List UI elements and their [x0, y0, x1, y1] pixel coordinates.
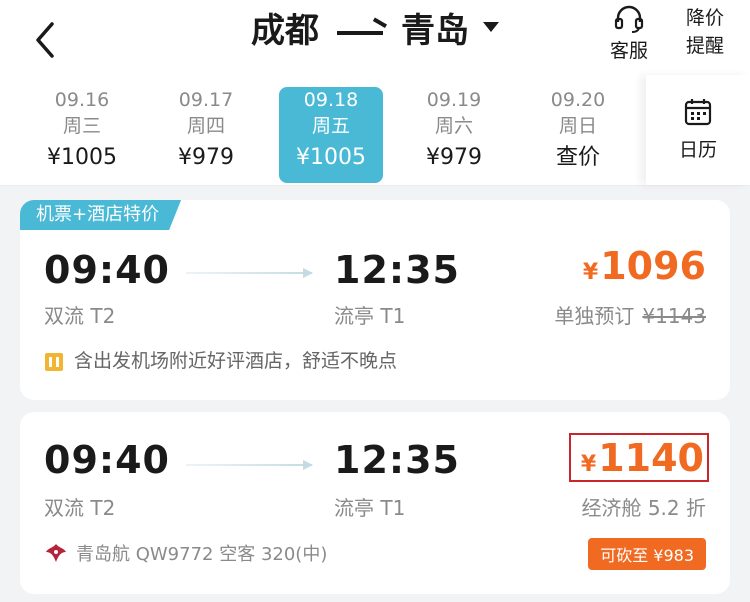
arrival-airport: 流亭 T1	[334, 304, 406, 328]
flight-path-arrow-icon	[186, 460, 313, 470]
date-option-selected[interactable]: 09.18 周五 ¥1005	[279, 87, 383, 183]
date-label: 09.18	[303, 89, 359, 111]
date-label: 09.19	[426, 89, 482, 111]
calendar-label: 日历	[678, 139, 717, 161]
date-selector: 09.16 周三 ¥1005 09.17 周四 ¥979 09.18 周五 ¥1…	[0, 75, 750, 186]
headset-icon	[614, 5, 644, 33]
departure-airport: 双流 T2	[44, 496, 116, 520]
date-label: 09.20	[550, 89, 606, 111]
flight-card[interactable]: 09:40 双流 T2 12:35 流亭 T1 ¥1140 经济舱 5.2 折 …	[20, 412, 730, 594]
date-price: ¥1005	[47, 145, 117, 170]
arrival-time: 12:35	[334, 438, 460, 482]
arrival-airport: 流亭 T1	[334, 496, 406, 520]
hotel-note-text: 含出发机场附近好评酒店，舒适不晚点	[74, 350, 398, 372]
calendar-icon	[684, 99, 712, 126]
price-alert-button[interactable]: 降价 提醒	[680, 4, 730, 60]
date-option[interactable]: 09.20 周日 查价	[526, 87, 630, 187]
departure-time: 09:40	[44, 438, 170, 482]
price-alert-label-1: 降价	[685, 7, 724, 29]
price-value: 1096	[600, 244, 706, 288]
date-price: ¥979	[426, 145, 482, 170]
hotel-note: 含出发机场附近好评酒店，舒适不晚点	[44, 346, 397, 373]
date-option[interactable]: 09.16 周三 ¥1005	[30, 87, 134, 187]
price-alert-label-2: 提醒	[685, 35, 724, 57]
date-option[interactable]: 09.17 周四 ¥979	[154, 87, 258, 187]
weekday-label: 周五	[311, 115, 350, 137]
route-selector[interactable]: 成都 青岛	[251, 6, 499, 56]
date-price: ¥979	[178, 145, 234, 170]
weekday-label: 周三	[62, 115, 101, 137]
calendar-button[interactable]: 日历	[646, 75, 750, 185]
discount-tag-button[interactable]: 可砍至 ¥983	[588, 538, 706, 570]
bundle-badge: 机票+酒店特价	[20, 200, 181, 230]
date-label: 09.16	[54, 89, 110, 111]
hotel-building-icon	[45, 352, 63, 371]
airline-flight-text: 青岛航 QW9772 空客 320(中)	[76, 544, 328, 565]
airline-logo-icon	[46, 544, 66, 562]
currency-symbol: ¥	[582, 260, 599, 285]
separate-booking-label: 单独预订	[554, 304, 635, 328]
airline-info: 青岛航 QW9772 空客 320(中)	[44, 540, 327, 566]
flight-price: ¥1096	[583, 244, 706, 288]
cabin-discount-label: 经济舱 5.2 折	[581, 496, 706, 520]
destination-city: 青岛	[401, 11, 469, 51]
customer-service-label: 客服	[609, 40, 648, 62]
caret-down-icon	[483, 22, 499, 32]
date-label: 09.17	[178, 89, 234, 111]
price-subtext: 单独预订 ¥1143	[554, 300, 706, 329]
flight-card[interactable]: 机票+酒店特价 09:40 双流 T2 12:35 流亭 T1 ¥1096 单独…	[20, 200, 730, 400]
date-option[interactable]: 09.19 周六 ¥979	[402, 87, 506, 187]
date-price: 查价	[555, 145, 600, 170]
arrival-time: 12:35	[334, 248, 460, 292]
origin-city: 成都	[251, 11, 319, 51]
departure-airport: 双流 T2	[44, 304, 116, 328]
back-button[interactable]	[26, 10, 66, 60]
chevron-left-icon	[36, 22, 54, 58]
date-price: ¥1005	[296, 145, 366, 170]
weekday-label: 周六	[434, 115, 473, 137]
customer-service-button[interactable]: 客服	[606, 4, 652, 62]
header-bar: 成都 青岛 客服 降价 提醒	[0, 0, 750, 75]
route-arrow-icon	[337, 31, 383, 35]
weekday-label: 周四	[186, 115, 225, 137]
departure-time: 09:40	[44, 248, 170, 292]
price-highlight-box	[569, 433, 709, 482]
original-price: ¥1143	[642, 304, 706, 328]
flight-path-arrow-icon	[186, 268, 313, 278]
weekday-label: 周日	[558, 115, 597, 137]
